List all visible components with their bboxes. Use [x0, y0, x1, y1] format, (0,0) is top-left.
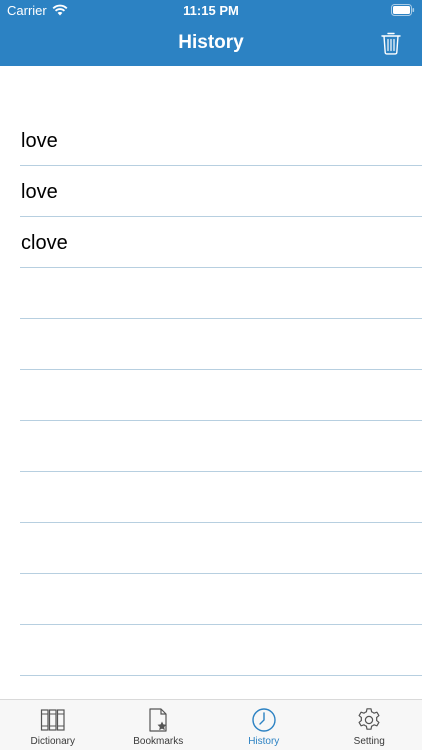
tab-label: Dictionary [30, 736, 75, 747]
clear-history-button[interactable] [380, 31, 402, 55]
status-time: 11:15 PM [183, 3, 239, 18]
history-word: clove [21, 232, 68, 254]
tab-setting[interactable]: Setting [317, 700, 422, 750]
history-row [20, 523, 422, 574]
history-row [20, 574, 422, 625]
books-icon [40, 709, 65, 731]
nav-bar: Carrier 11:15 PM History [0, 0, 422, 66]
bookmark-page-icon [149, 708, 167, 732]
history-word: love [21, 130, 58, 152]
tab-label: Bookmarks [133, 736, 184, 747]
battery-icon [391, 4, 415, 16]
history-list: love love clove [0, 115, 422, 676]
tab-label: Setting [353, 736, 385, 747]
tab-bookmarks[interactable]: Bookmarks [106, 700, 212, 750]
history-row [20, 472, 422, 523]
trash-icon [381, 32, 401, 55]
history-row [20, 370, 422, 421]
history-row [20, 625, 422, 676]
history-row[interactable]: love [20, 166, 422, 217]
clock-icon [252, 708, 276, 732]
tab-dictionary[interactable]: Dictionary [0, 700, 106, 750]
page-title: History [178, 32, 244, 53]
tab-label: History [248, 736, 280, 747]
tab-bar: Dictionary Bookmarks History Setting [0, 699, 422, 750]
history-row [20, 421, 422, 472]
tab-history[interactable]: History [211, 700, 317, 750]
history-row [20, 319, 422, 370]
history-row [20, 268, 422, 319]
status-bar: Carrier 11:15 PM [0, 0, 422, 22]
gear-icon [358, 708, 380, 730]
history-row[interactable]: love [20, 115, 422, 166]
history-row[interactable]: clove [20, 217, 422, 268]
history-word: love [21, 181, 58, 203]
